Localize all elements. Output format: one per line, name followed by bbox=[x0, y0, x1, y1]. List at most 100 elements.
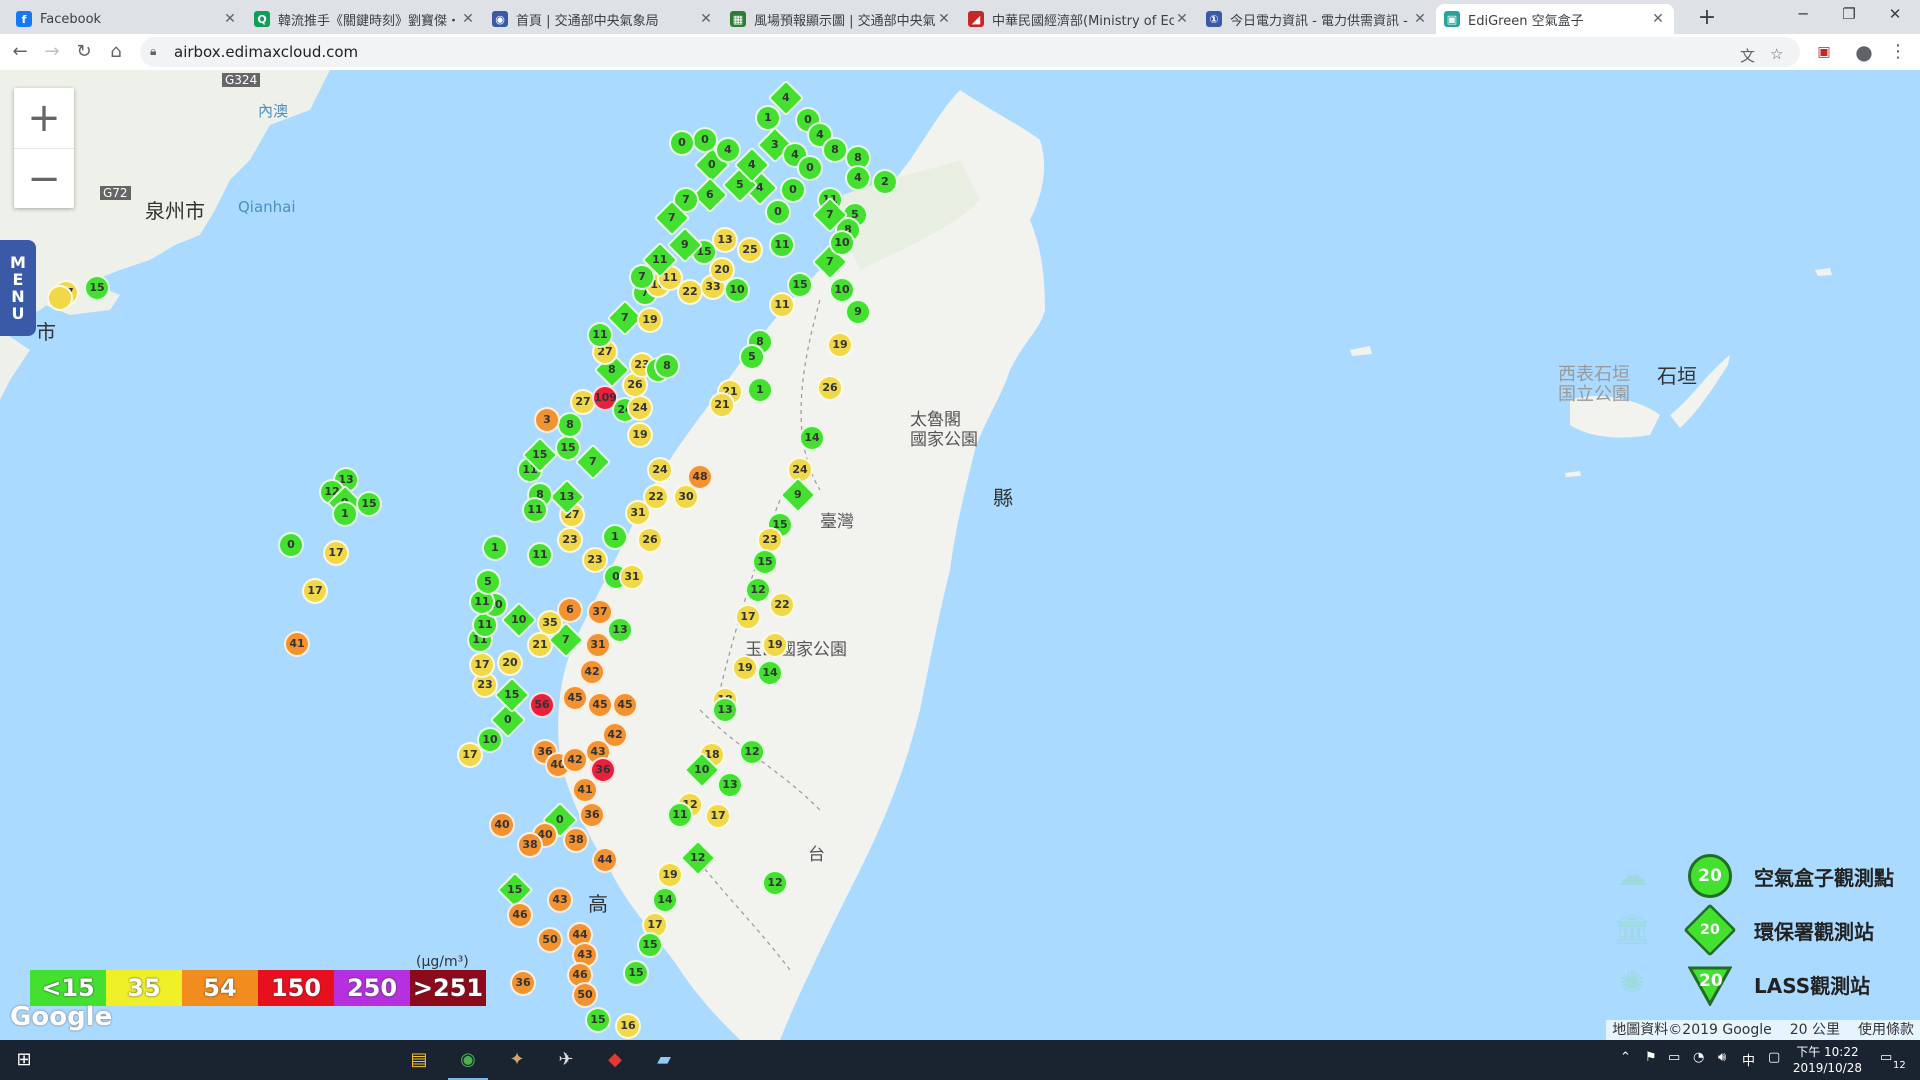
extension-icon[interactable]: ▣ bbox=[1810, 38, 1838, 66]
airbox-marker[interactable]: 15 bbox=[752, 549, 778, 575]
airbox-marker[interactable]: 46 bbox=[507, 902, 533, 928]
airbox-marker[interactable]: 19 bbox=[627, 422, 653, 448]
tab-close-icon[interactable]: ✕ bbox=[1174, 11, 1190, 27]
home-icon[interactable]: ⌂ bbox=[102, 38, 130, 66]
file-explorer-icon[interactable]: ▤ bbox=[405, 1046, 433, 1074]
airbox-marker[interactable]: 24 bbox=[627, 395, 653, 421]
airbox-marker[interactable]: 20 bbox=[497, 650, 523, 676]
airbox-marker[interactable]: 10 bbox=[477, 727, 503, 753]
airbox-marker[interactable]: 1 bbox=[602, 524, 628, 550]
browser-tab[interactable]: ◉ 首頁 | 交通部中央氣象局 ✕ bbox=[484, 4, 722, 34]
airbox-marker[interactable]: 12 bbox=[745, 577, 771, 603]
airbox-marker[interactable]: 13 bbox=[717, 772, 743, 798]
windows-start-icon[interactable]: ⊞ bbox=[10, 1046, 38, 1074]
airbox-marker[interactable]: 36 bbox=[590, 757, 616, 783]
forward-icon[interactable]: → bbox=[38, 38, 66, 66]
airbox-marker[interactable]: 25 bbox=[737, 237, 763, 263]
volume-icon[interactable]: 🔊︎ bbox=[1718, 1050, 1726, 1065]
restore-button[interactable]: ❐ bbox=[1826, 0, 1872, 30]
tray-chevron-icon[interactable]: ⌃ bbox=[1620, 1050, 1631, 1065]
airbox-marker[interactable]: 22 bbox=[769, 592, 795, 618]
clock[interactable]: 下午 10:22 2019/10/28 bbox=[1793, 1044, 1862, 1076]
airbox-marker[interactable]: 12 bbox=[762, 870, 788, 896]
new-tab-button[interactable]: + bbox=[1693, 4, 1721, 32]
airbox-marker[interactable]: 1 bbox=[332, 501, 358, 527]
airbox-marker[interactable]: 4 bbox=[715, 137, 741, 163]
airbox-marker[interactable]: 50 bbox=[572, 982, 598, 1008]
airbox-marker[interactable]: 22 bbox=[677, 279, 703, 305]
tab-close-icon[interactable]: ✕ bbox=[936, 11, 952, 27]
airbox-marker[interactable]: 15 bbox=[356, 491, 382, 517]
menu-tab-button[interactable]: MENU bbox=[0, 240, 36, 336]
airbox-marker[interactable]: 36 bbox=[510, 970, 536, 996]
airbox-marker[interactable]: 5 bbox=[475, 569, 501, 595]
app-icon-3[interactable]: ◆ bbox=[601, 1046, 629, 1074]
back-icon[interactable]: ← bbox=[6, 38, 34, 66]
airbox-marker[interactable]: 0 bbox=[765, 199, 791, 225]
bookmark-star-icon[interactable]: ☆ bbox=[1770, 45, 1783, 63]
ime-indicator[interactable]: 中 bbox=[1742, 1050, 1755, 1069]
minimize-button[interactable]: ─ bbox=[1780, 0, 1826, 30]
airbox-marker[interactable]: 38 bbox=[563, 827, 589, 853]
airbox-marker[interactable]: 13 bbox=[712, 697, 738, 723]
airbox-marker[interactable]: 0 bbox=[780, 177, 806, 203]
airbox-marker[interactable]: 37 bbox=[587, 599, 613, 625]
browser-tab[interactable]: ▦ 風場預報顯示圖 | 交通部中央氣象 ✕ bbox=[722, 4, 960, 34]
airbox-marker[interactable]: 11 bbox=[769, 232, 795, 258]
close-window-button[interactable]: ✕ bbox=[1872, 0, 1918, 30]
airbox-marker[interactable]: 1 bbox=[755, 105, 781, 131]
airbox-marker[interactable]: 19 bbox=[657, 862, 683, 888]
profile-icon[interactable]: ● bbox=[1850, 38, 1878, 66]
airbox-marker[interactable]: 35 bbox=[537, 610, 563, 636]
airbox-marker[interactable] bbox=[47, 285, 73, 311]
airbox-marker[interactable]: 9 bbox=[845, 299, 871, 325]
airbox-marker[interactable]: 7 bbox=[629, 264, 655, 290]
airbox-marker[interactable]: 31 bbox=[619, 564, 645, 590]
airbox-marker[interactable]: 17 bbox=[323, 540, 349, 566]
app-icon-4[interactable]: ▰ bbox=[650, 1046, 678, 1074]
airbox-marker[interactable]: 15 bbox=[623, 960, 649, 986]
airbox-marker[interactable]: 45 bbox=[612, 692, 638, 718]
menu-dots-icon[interactable]: ⋮ bbox=[1884, 38, 1912, 66]
airbox-marker[interactable]: 8 bbox=[557, 412, 583, 438]
map-canvas[interactable]: 泉州市 Qianhai 內澳 G324 G72 市 太魯閣 國家公園 臺灣 玉山… bbox=[0, 70, 1920, 1040]
url-text[interactable]: airbox.edimaxcloud.com bbox=[174, 43, 358, 61]
airbox-marker[interactable]: 13 bbox=[607, 617, 633, 643]
airbox-marker[interactable]: 17 bbox=[302, 578, 328, 604]
airbox-marker[interactable]: 19 bbox=[827, 332, 853, 358]
airbox-marker[interactable]: 38 bbox=[517, 832, 543, 858]
airbox-marker[interactable]: 43 bbox=[547, 887, 573, 913]
browser-tab[interactable]: ◢ 中華民國經濟部(Ministry of Eco ✕ bbox=[960, 4, 1198, 34]
app-icon-2[interactable]: ✈ bbox=[552, 1046, 580, 1074]
airbox-marker[interactable]: 11 bbox=[522, 497, 548, 523]
airbox-marker[interactable]: 2 bbox=[872, 169, 898, 195]
airbox-marker[interactable]: 15 bbox=[555, 435, 581, 461]
browser-tab[interactable]: ▣ EdiGreen 空氣盒子 ✕ bbox=[1436, 4, 1674, 34]
tab-close-icon[interactable]: ✕ bbox=[1412, 11, 1428, 27]
airbox-marker[interactable]: 40 bbox=[489, 812, 515, 838]
airbox-marker[interactable]: 12 bbox=[739, 739, 765, 765]
airbox-marker[interactable]: 17 bbox=[469, 652, 495, 678]
airbox-marker[interactable]: 13 bbox=[712, 227, 738, 253]
terms-link[interactable]: 使用條款 bbox=[1858, 1020, 1914, 1040]
airbox-marker[interactable]: 42 bbox=[562, 747, 588, 773]
airbox-marker[interactable]: 15 bbox=[84, 275, 110, 301]
airbox-marker[interactable]: 17 bbox=[705, 803, 731, 829]
airbox-marker[interactable]: 11 bbox=[587, 322, 613, 348]
airbox-marker[interactable]: 45 bbox=[587, 692, 613, 718]
app-icon-1[interactable]: ✦ bbox=[503, 1046, 531, 1074]
chrome-icon[interactable]: ◉ bbox=[448, 1046, 488, 1080]
airbox-marker[interactable]: 56 bbox=[529, 692, 555, 718]
airbox-marker[interactable]: 19 bbox=[637, 307, 663, 333]
airbox-marker[interactable]: 1 bbox=[482, 535, 508, 561]
airbox-marker[interactable]: 26 bbox=[637, 527, 663, 553]
browser-tab[interactable]: ① 今日電力資訊 - 電力供需資訊 - 台 ✕ bbox=[1198, 4, 1436, 34]
tray-security-icon[interactable]: ⚑ bbox=[1645, 1050, 1657, 1065]
airbox-marker[interactable]: 5 bbox=[739, 344, 765, 370]
airbox-marker[interactable]: 23 bbox=[582, 547, 608, 573]
battery-icon[interactable]: ▭ bbox=[1668, 1050, 1680, 1065]
airbox-marker[interactable]: 24 bbox=[647, 457, 673, 483]
airbox-marker[interactable]: 0 bbox=[669, 130, 695, 156]
airbox-marker[interactable]: 41 bbox=[284, 631, 310, 657]
airbox-marker[interactable]: 8 bbox=[654, 353, 680, 379]
